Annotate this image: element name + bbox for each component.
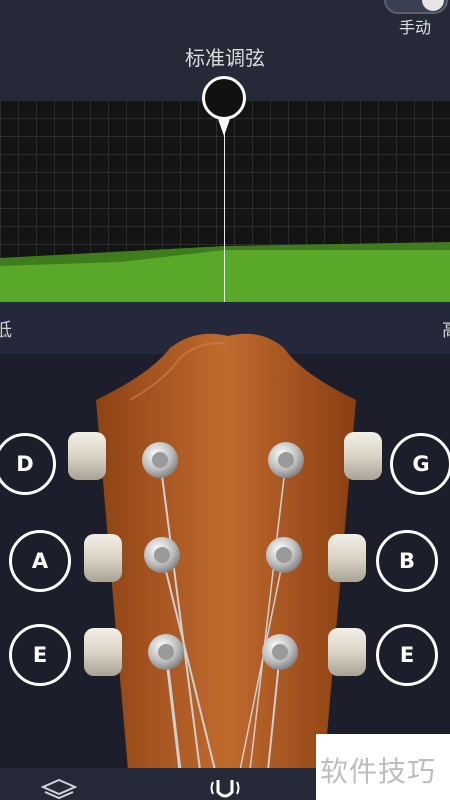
pitch-needle-line bbox=[224, 130, 225, 302]
toggle-knob bbox=[422, 0, 444, 11]
string-high-e-button[interactable]: E bbox=[376, 624, 438, 686]
headstock-wood bbox=[96, 333, 356, 770]
watermark-text: 软件技巧 bbox=[320, 755, 437, 788]
pitch-needle-indicator bbox=[202, 76, 246, 120]
layers-icon[interactable] bbox=[41, 778, 77, 800]
tuner-fork-icon[interactable] bbox=[208, 776, 242, 800]
tuning-title[interactable]: 标准调弦 bbox=[0, 42, 450, 71]
string-b-button[interactable]: B bbox=[376, 530, 438, 592]
manual-mode-label: 手动 bbox=[399, 18, 432, 37]
string-a-button[interactable]: A bbox=[9, 530, 71, 592]
string-g-button[interactable]: G bbox=[390, 433, 450, 495]
string-low-e-button[interactable]: E bbox=[9, 624, 71, 686]
manual-toggle[interactable] bbox=[384, 0, 448, 14]
